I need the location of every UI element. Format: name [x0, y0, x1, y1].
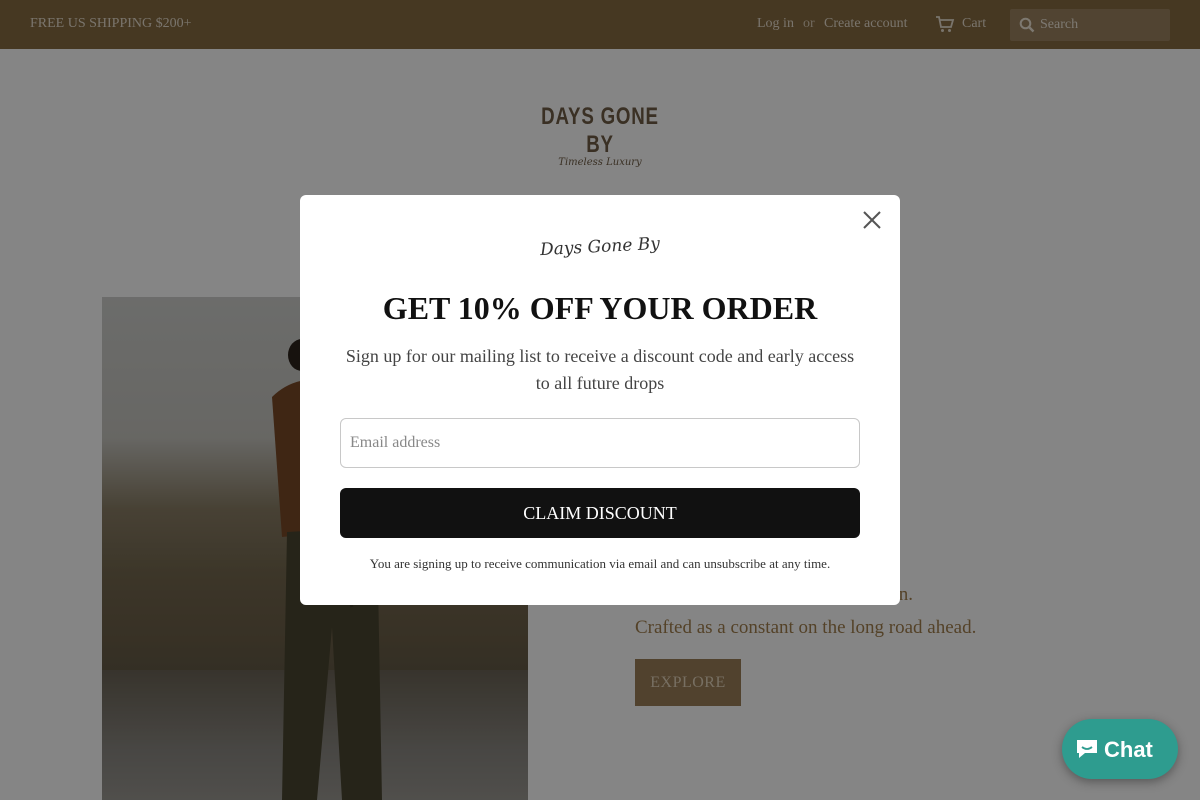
popup-headline: GET 10% OFF YOUR ORDER	[382, 290, 818, 326]
discount-popup: Days Gone By GET 10% OFF YOUR ORDER Sign…	[300, 195, 900, 605]
chat-bubble-icon	[1077, 740, 1097, 758]
email-field[interactable]	[340, 418, 860, 468]
chat-button[interactable]: Chat	[1062, 719, 1178, 779]
popup-description: Sign up for our mailing list to receive …	[345, 346, 855, 393]
chat-label: Chat	[1104, 737, 1153, 762]
popup-logo: Days Gone By	[539, 233, 661, 261]
claim-discount-button[interactable]: CLAIM DISCOUNT	[340, 488, 860, 538]
popup-fine-print: You are signing up to receive communicat…	[369, 556, 831, 571]
